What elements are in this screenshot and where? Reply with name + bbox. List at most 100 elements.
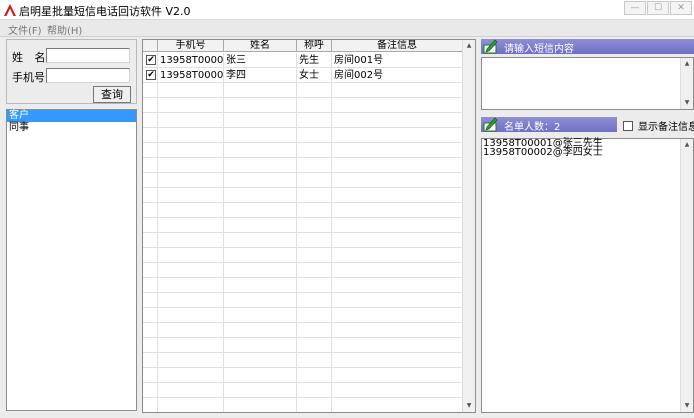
table-row[interactable]: ✔ 13958T00001 张三 先生 房间001号 [143, 53, 463, 68]
table-row[interactable]: ✔ 13958T00002 李四 女士 房间002号 [143, 68, 463, 83]
cell-title [297, 188, 332, 203]
cell-title [297, 308, 332, 323]
name-input[interactable] [46, 48, 130, 63]
empty-row [143, 218, 463, 233]
cell-name [224, 128, 297, 143]
empty-row [143, 143, 463, 158]
cell-check [143, 323, 158, 338]
row-checkbox[interactable]: ✔ [146, 70, 156, 80]
roster-scrollbar[interactable]: ▲ ▼ [680, 139, 693, 412]
sms-header-label: 请输入短信内容 [504, 44, 574, 55]
header-title[interactable]: 称呼 [297, 40, 332, 52]
cell-title [297, 143, 332, 158]
cell-name [224, 158, 297, 173]
empty-row [143, 383, 463, 398]
cell-note [332, 203, 463, 218]
group-list[interactable]: 客户 同事 [6, 109, 137, 411]
edit-note-icon [483, 39, 498, 54]
scroll-up-icon[interactable]: ▲ [463, 40, 475, 52]
cell-title [297, 158, 332, 173]
cell-note [332, 368, 463, 383]
cell-note [332, 233, 463, 248]
show-notes-checkbox[interactable]: 显示备注信息 [623, 118, 694, 133]
cell-check [143, 278, 158, 293]
cell-title [297, 383, 332, 398]
cell-phone [158, 233, 224, 248]
cell-title [297, 128, 332, 143]
red-a-logo-icon [4, 4, 16, 16]
cell-title: 先生 [297, 53, 332, 68]
cell-note [332, 143, 463, 158]
header-check-column [143, 40, 158, 52]
cell-title [297, 263, 332, 278]
cell-check [143, 128, 158, 143]
header-name[interactable]: 姓名 [224, 40, 297, 52]
cell-name: 李四 [224, 68, 297, 83]
cell-check [143, 353, 158, 368]
empty-row [143, 158, 463, 173]
group-item-customers[interactable]: 客户 [7, 110, 136, 122]
cell-phone [158, 308, 224, 323]
maximize-button[interactable]: ☐ [647, 1, 669, 15]
menu-file[interactable]: 文件(F) [8, 22, 42, 37]
roster-scroll-down-icon[interactable]: ▼ [681, 400, 693, 412]
scroll-down-icon[interactable]: ▼ [463, 400, 475, 412]
phone-input[interactable] [46, 68, 130, 83]
cell-check [143, 383, 158, 398]
cell-phone [158, 293, 224, 308]
edit-note-icon [483, 117, 498, 132]
query-button[interactable]: 查询 [93, 86, 131, 103]
window-title: 启明星批量短信电话回访软件 V2.0 [19, 5, 191, 18]
cell-name [224, 113, 297, 128]
cell-check [143, 293, 158, 308]
grid-scrollbar[interactable]: ▲ ▼ [462, 40, 475, 412]
empty-row [143, 368, 463, 383]
group-item-colleagues[interactable]: 同事 [7, 122, 136, 134]
cell-phone [158, 158, 224, 173]
cell-note: 房间002号 [332, 68, 463, 83]
sms-content-input[interactable]: ▲ ▼ [481, 57, 694, 110]
sms-scrollbar[interactable]: ▲ ▼ [680, 58, 693, 109]
cell-name [224, 323, 297, 338]
empty-row [143, 188, 463, 203]
contact-grid: 手机号 姓名 称呼 备注信息 ✔ 13958T00001 张三 先生 房间001号 ✔ 13… [142, 39, 476, 413]
cell-name: 张三 [224, 53, 297, 68]
cell-title [297, 368, 332, 383]
cell-check [143, 158, 158, 173]
phone-label: 手机号 [12, 71, 45, 84]
cell-phone [158, 278, 224, 293]
cell-check [143, 308, 158, 323]
cell-phone: 13958T00001 [160, 53, 224, 68]
show-notes-box[interactable] [623, 120, 633, 131]
cell-check [143, 218, 158, 233]
menu-help[interactable]: 帮助(H) [47, 22, 82, 37]
roster-text[interactable]: 13958T00001@张三先生 13958T00002@李四女士 ▲ ▼ [481, 138, 694, 413]
cell-name [224, 233, 297, 248]
cell-title [297, 203, 332, 218]
cell-phone [158, 98, 224, 113]
cell-title [297, 278, 332, 293]
minimize-button[interactable]: — [624, 1, 646, 15]
cell-name [224, 203, 297, 218]
cell-phone [158, 143, 224, 158]
row-checkbox[interactable]: ✔ [146, 55, 156, 65]
cell-phone [158, 128, 224, 143]
cell-phone [158, 263, 224, 278]
close-button[interactable]: ✕ [670, 1, 692, 15]
cell-note [332, 158, 463, 173]
empty-row [143, 293, 463, 308]
cell-phone [158, 83, 224, 98]
empty-row [143, 308, 463, 323]
cell-check [143, 173, 158, 188]
cell-check [143, 83, 158, 98]
cell-name [224, 383, 297, 398]
search-panel: 姓 名 手机号 查询 [6, 39, 137, 104]
header-note[interactable]: 备注信息 [332, 40, 463, 52]
sms-scroll-up-icon[interactable]: ▲ [681, 58, 693, 70]
roster-scroll-up-icon[interactable]: ▲ [681, 139, 693, 151]
header-phone[interactable]: 手机号 [158, 40, 224, 52]
roster-count: 名单人数：2 [504, 122, 561, 133]
sms-scroll-down-icon[interactable]: ▼ [681, 97, 693, 109]
cell-title [297, 338, 332, 353]
cell-title [297, 218, 332, 233]
